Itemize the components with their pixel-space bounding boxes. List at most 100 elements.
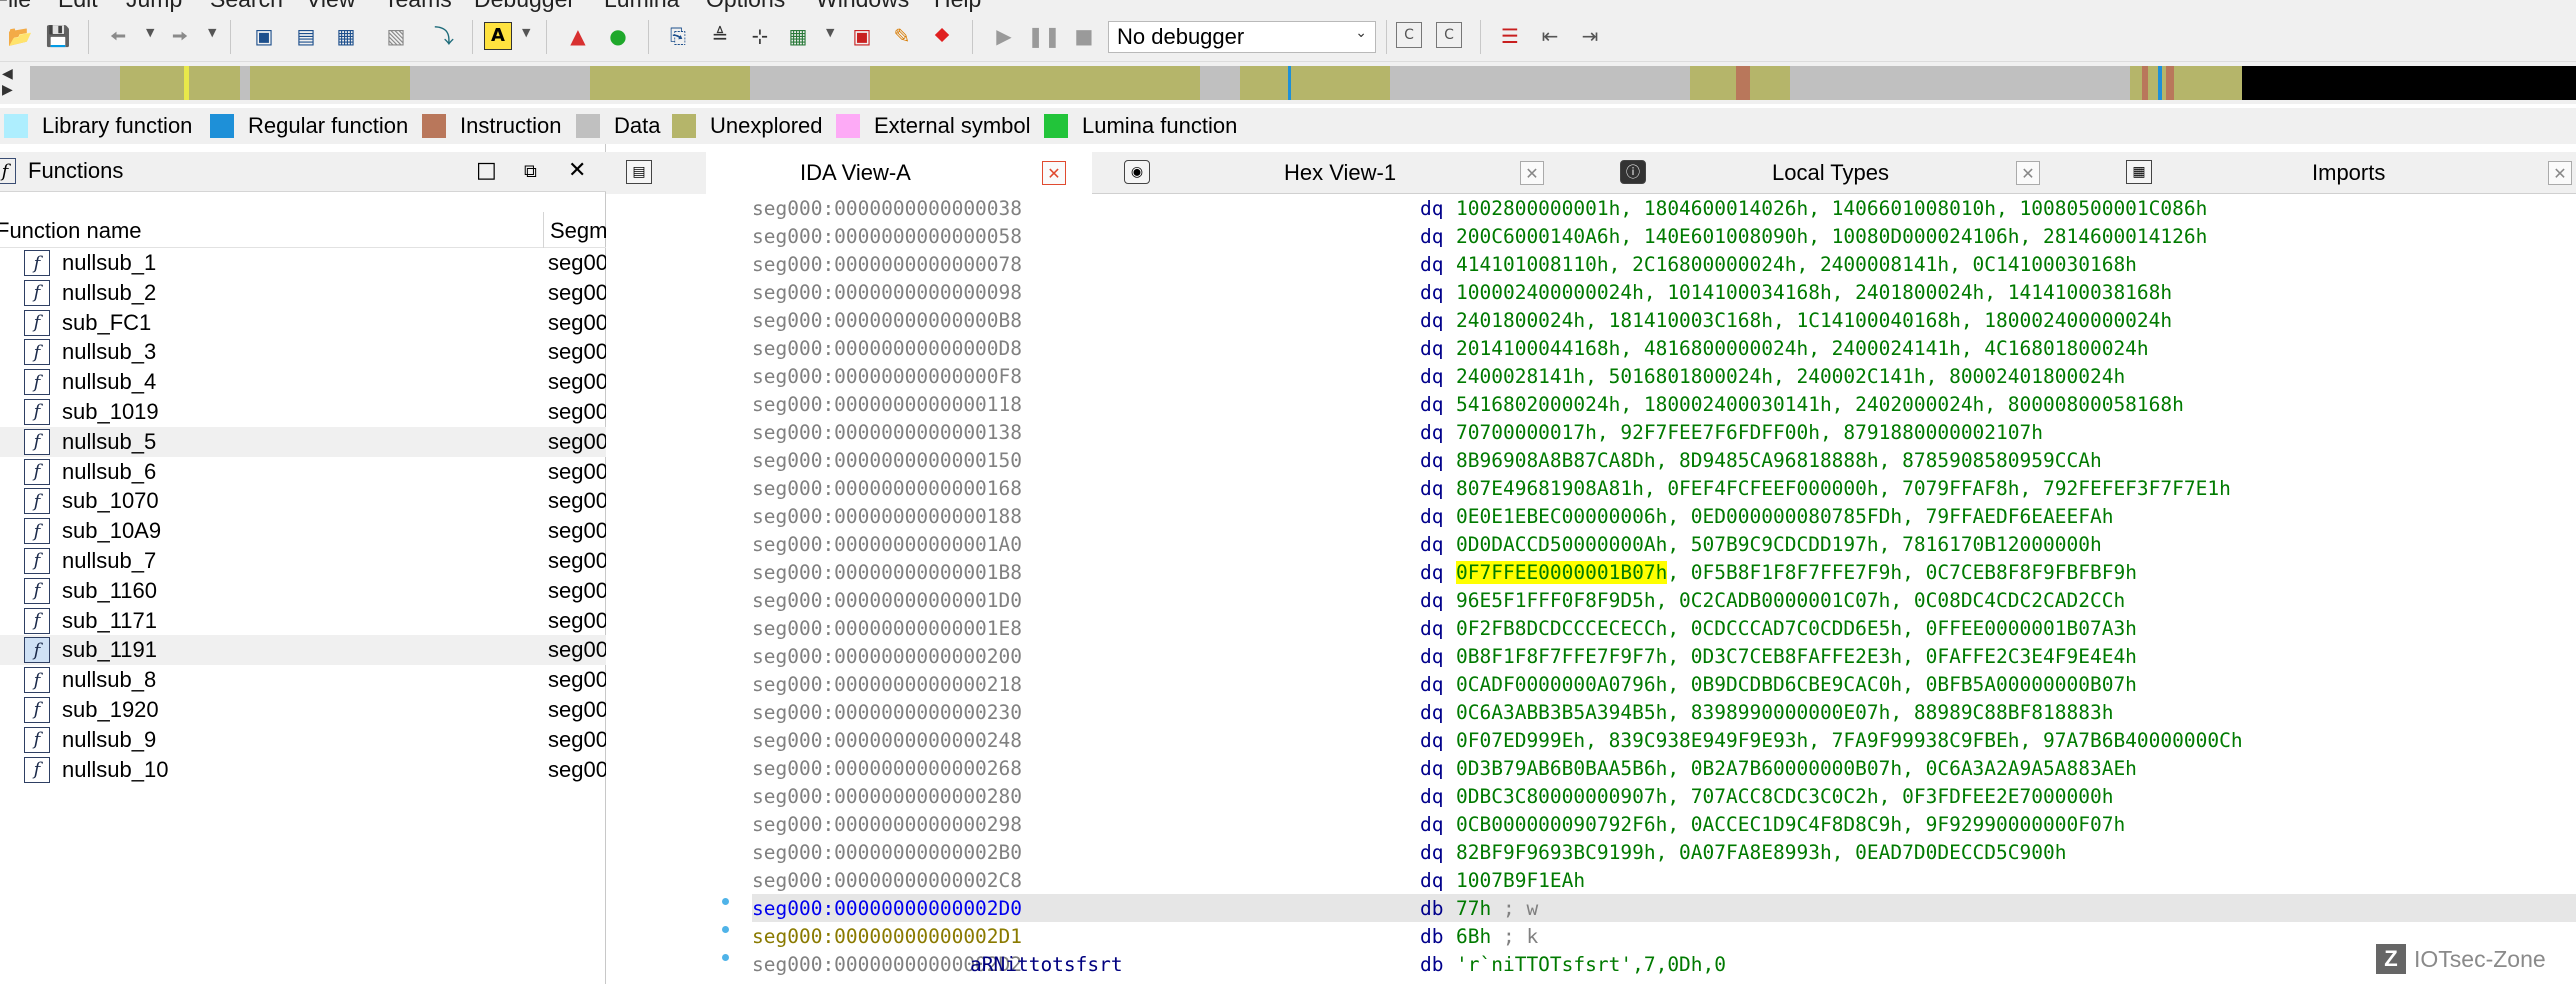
pseudocode-dropdown-icon[interactable]: ▼	[826, 26, 834, 39]
function-row[interactable]: f nullsub_10 seg000	[0, 755, 606, 785]
listing-line[interactable]: seg000:00000000000001E8 dq 0F2FB8DCDCCCECE…	[752, 614, 2576, 642]
list-icon[interactable]: ☰	[1496, 22, 1524, 50]
lumina-icon[interactable]: ≜	[706, 22, 734, 50]
back-dropdown-icon[interactable]: ▼	[146, 26, 154, 39]
stop-icon[interactable]: ⯁	[928, 22, 956, 50]
breakpoint-icon[interactable]: ✎	[888, 22, 916, 50]
listing-line[interactable]: seg000:0000000000000038 dq 1002800000001h,…	[752, 194, 2576, 222]
ida-view-listing[interactable]: seg000:0000000000000038 dq 1002800000001h,…	[612, 194, 2576, 984]
listing-line[interactable]: seg000:0000000000000218 dq 0CADF0000000A07…	[752, 670, 2576, 698]
function-row[interactable]: f nullsub_8 seg000	[0, 665, 606, 695]
maximize-icon[interactable]: □	[476, 158, 497, 183]
column-function-name[interactable]: Function name	[0, 218, 142, 244]
outdent-icon[interactable]: ⇤	[1536, 22, 1564, 50]
save-icon[interactable]: 💾	[44, 22, 72, 50]
halt-icon[interactable]: ■	[1070, 22, 1098, 50]
function-row[interactable]: f nullsub_6 seg000	[0, 457, 606, 487]
function-row[interactable]: f nullsub_4 seg000	[0, 367, 606, 397]
listing-line[interactable]: seg000:0000000000000058 dq 200C6000140A6h,…	[752, 222, 2576, 250]
listing-line[interactable]: seg000:00000000000001D0 dq 96E5F1FFF0F8F9D…	[752, 586, 2576, 614]
listing-line[interactable]: seg000:00000000000001A0 dq 0D0DACCD5000000…	[752, 530, 2576, 558]
library-icon[interactable]: ⎘	[664, 22, 692, 50]
text-icon[interactable]: ▤	[292, 22, 320, 50]
add-segment-icon[interactable]: ▣	[250, 22, 278, 50]
function-row[interactable]: f nullsub_2 seg000	[0, 278, 606, 308]
line-label[interactable]: aRNittotsfsrt	[970, 953, 1123, 976]
tab-label: Local Types	[1772, 160, 1890, 185]
column-segment[interactable]: Segm	[550, 218, 607, 244]
function-row[interactable]: f nullsub_1 seg000	[0, 248, 606, 278]
function-icon[interactable]: ⊹	[746, 22, 774, 50]
listing-line[interactable]: seg000:0000000000000138 dq 70700000017h, 9…	[752, 418, 2576, 446]
listing-line[interactable]: seg000:0000000000000118 dq 5416802000024h,…	[752, 390, 2576, 418]
pause-icon[interactable]: ❚❚	[1027, 22, 1061, 50]
listing-line[interactable]: seg000:00000000000002C8 dq 1007B9F1EAh	[752, 866, 2576, 894]
listing-line[interactable]: seg000:0000000000000298 dq 0CB000000090792…	[752, 810, 2576, 838]
close-icon[interactable]: ✕	[2548, 161, 2572, 185]
listing-line[interactable]: seg000:0000000000000280 dq 0DBC3C800000009…	[752, 782, 2576, 810]
highlighted-value[interactable]: 0F7FFEE0000001B07h	[1456, 561, 1668, 584]
listing-line[interactable]: seg000:00000000000002B0 dq 82BF9F9693BC919…	[752, 838, 2576, 866]
highlight-icon[interactable]: ▲	[564, 22, 592, 50]
listing-line-current[interactable]: seg000:00000000000002D0 db 77h ; w	[752, 894, 2576, 922]
close-icon[interactable]: ✕	[568, 158, 586, 183]
function-row[interactable]: f nullsub_3 seg000	[0, 337, 606, 367]
forward-dropdown-icon[interactable]: ▼	[208, 26, 216, 39]
function-row[interactable]: f nullsub_9 seg000	[0, 725, 606, 755]
listing-line[interactable]: seg000:0000000000000268 dq 0D3B79AB6B0BAA5…	[752, 754, 2576, 782]
string-icon[interactable]: A	[484, 22, 512, 50]
function-row[interactable]: f sub_1160 seg000	[0, 576, 606, 606]
function-row[interactable]: f sub_1019 seg000	[0, 397, 606, 427]
tab-imports[interactable]: ▦ Imports ✕	[2126, 152, 2576, 194]
listing-line[interactable]: seg000:0000000000000150 dq 8B96908A8B87CA8…	[752, 446, 2576, 474]
pseudocode-icon[interactable]: ▦	[784, 22, 812, 50]
graph-icon[interactable]: ▣	[848, 22, 876, 50]
column-divider[interactable]	[543, 212, 544, 248]
debugger-select[interactable]: No debugger ⌄	[1108, 21, 1376, 53]
listing-line[interactable]: seg000:00000000000000F8 dq 2400028141h, 50…	[752, 362, 2576, 390]
listing-line[interactable]: seg000:0000000000000248 dq 0F07ED999Eh, 83…	[752, 726, 2576, 754]
close-icon[interactable]: ✕	[1520, 161, 1544, 185]
tab-ida-view-a[interactable]: IDA View-A ✕	[706, 152, 1092, 194]
run-icon[interactable]: ●	[604, 22, 632, 50]
open-icon[interactable]: 📂	[6, 22, 34, 50]
data-icon[interactable]: ▦	[332, 22, 360, 50]
function-row[interactable]: f sub_1070 seg000	[0, 486, 606, 516]
listing-line[interactable]: seg000:00000000000000B8 dq 2401800024h, 18…	[752, 306, 2576, 334]
function-row[interactable]: f sub_FC1 seg000	[0, 308, 606, 338]
line-address: seg000:0000000000000078	[752, 253, 1023, 276]
detach-icon[interactable]: C	[1436, 22, 1462, 48]
play-icon[interactable]: ▶	[990, 22, 1018, 50]
function-row[interactable]: f sub_1920 seg000	[0, 695, 606, 725]
ida-gutter[interactable]	[612, 194, 752, 984]
navigation-strip[interactable]	[30, 66, 2576, 100]
listing-line[interactable]: seg000:0000000000000188 dq 0E0E1EBEC000000…	[752, 502, 2576, 530]
nav-scroll-arrows[interactable]: ◀ ▶	[2, 66, 13, 98]
attach-icon[interactable]: C	[1396, 22, 1422, 48]
function-row[interactable]: f nullsub_5 seg000	[0, 426, 606, 457]
function-row[interactable]: f nullsub_7 seg000	[0, 546, 606, 576]
indent-icon[interactable]: ⇥	[1576, 22, 1604, 50]
listing-line[interactable]: seg000:0000000000000078 dq 414101008110h, …	[752, 250, 2576, 278]
jump-icon[interactable]: ⤵	[430, 22, 458, 50]
function-row[interactable]: f sub_10A9 seg000	[0, 516, 606, 546]
listing-line[interactable]: seg000:0000000000000200 dq 0B8F1F8F7FFE7F9…	[752, 642, 2576, 670]
undefine-icon[interactable]: ▧	[382, 22, 410, 50]
tab-hex-view-1[interactable]: ◉ Hex View-1 ✕	[1124, 152, 1552, 194]
function-row[interactable]: f sub_1191 seg000	[0, 635, 606, 666]
forward-icon[interactable]: 🠪	[166, 22, 194, 50]
function-row[interactable]: f sub_1171 seg000	[0, 606, 606, 636]
tab-local-types[interactable]: ⓘ Local Types ✕	[1620, 152, 2048, 194]
close-icon[interactable]: ✕	[2016, 161, 2040, 185]
close-icon[interactable]: ✕	[1042, 161, 1066, 185]
listing-line[interactable]: seg000:00000000000001B8 dq 0F7FFEE0000001B…	[752, 558, 2576, 586]
string-dropdown-icon[interactable]: ▼	[522, 26, 530, 39]
float-icon[interactable]: ⧉	[524, 161, 537, 182]
listing-line[interactable]: seg000:0000000000000230 dq 0C6A3ABB3B5A394…	[752, 698, 2576, 726]
listing-line[interactable]: seg000:00000000000000D8 dq 2014100044168h,…	[752, 334, 2576, 362]
listing-line[interactable]: seg000:00000000000002D1 db 6Bh ; k	[752, 922, 2576, 950]
listing-line[interactable]: seg000:0000000000000098 dq 100002400000024…	[752, 278, 2576, 306]
back-icon[interactable]: 🠨	[104, 22, 132, 50]
listing-line[interactable]: seg000:00000000000002D2 aRNittotsfsrt db'r…	[752, 950, 2576, 978]
listing-line[interactable]: seg000:0000000000000168 dq 807E49681908A81…	[752, 474, 2576, 502]
